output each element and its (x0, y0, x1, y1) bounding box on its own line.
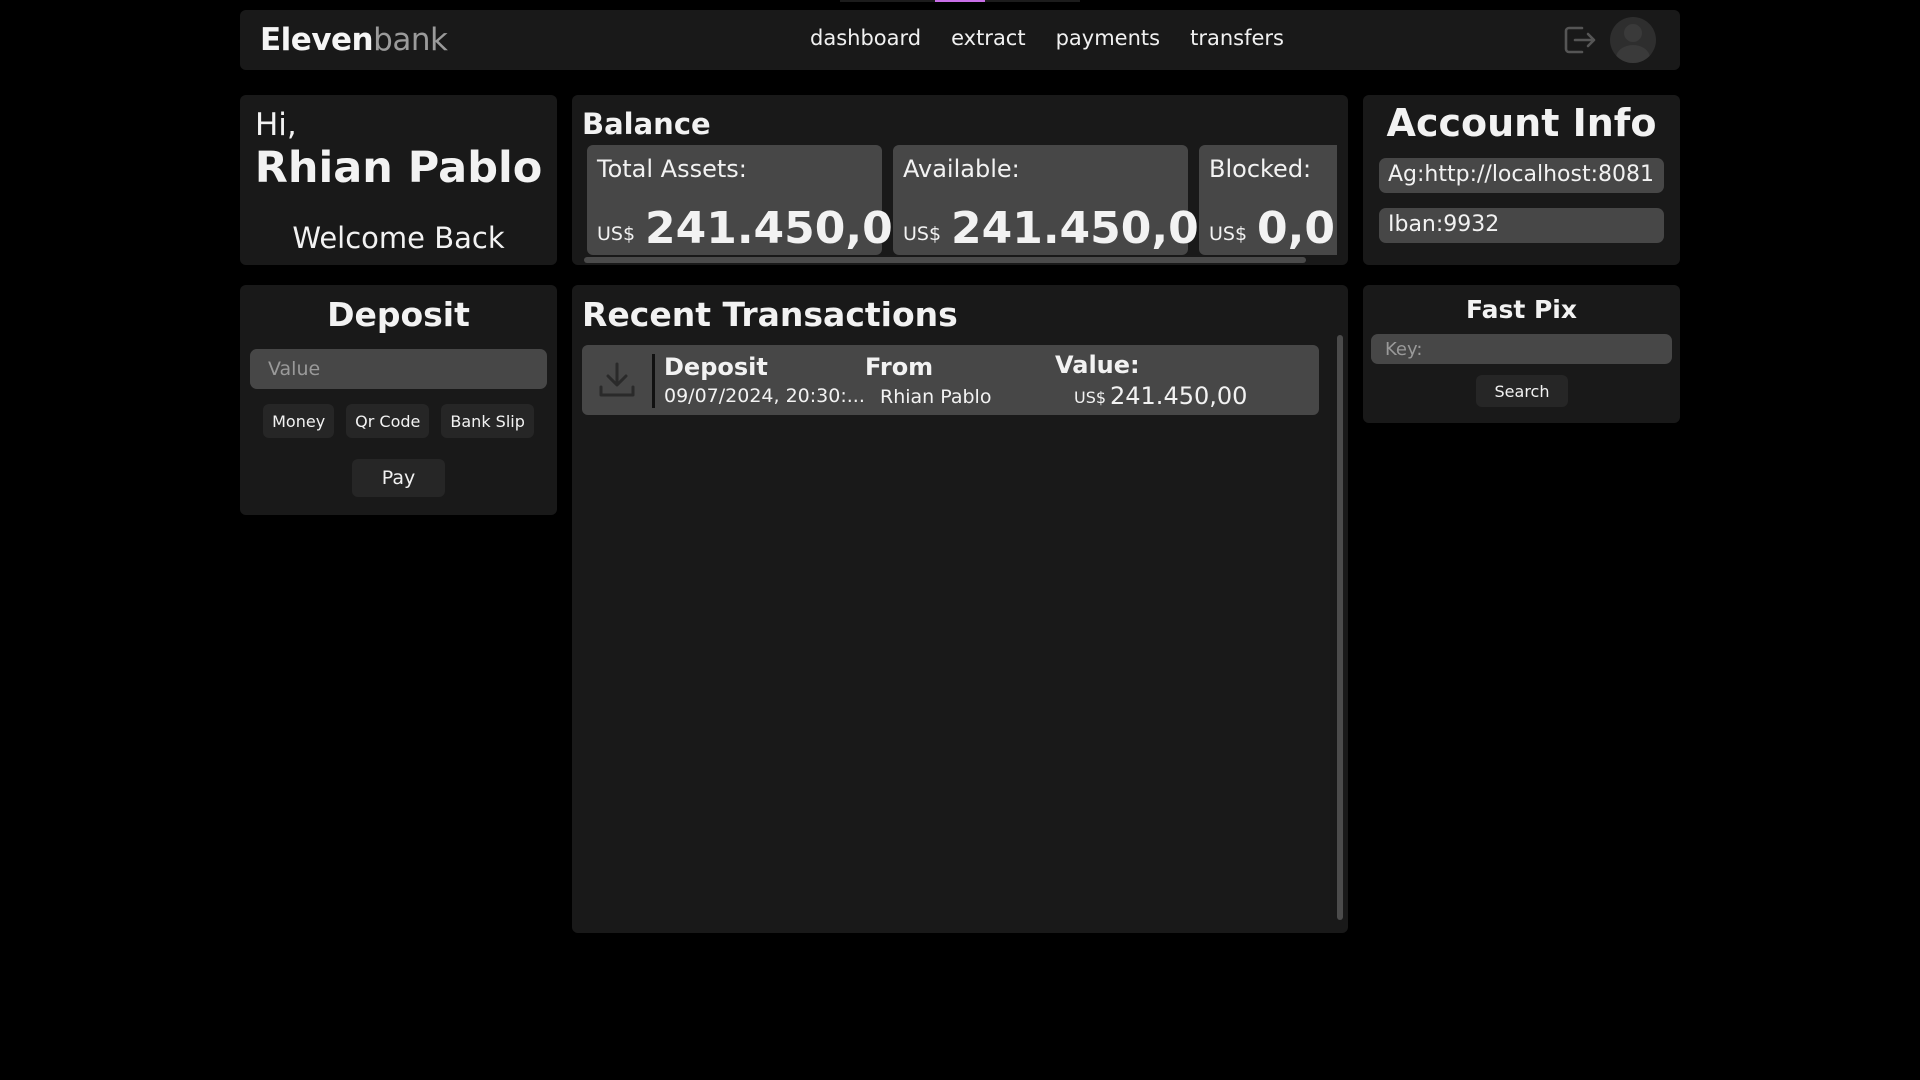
account-info-title: Account Info (1386, 101, 1657, 145)
transaction-divider (652, 354, 655, 408)
deposit-title: Deposit (327, 295, 470, 334)
balance-scrollbar[interactable] (584, 257, 1306, 263)
balance-label: Blocked: (1209, 155, 1312, 183)
transaction-from-label: From (865, 353, 934, 381)
total-assets-card: Total Assets: US$ 241.450,00 (587, 145, 923, 255)
greeting-card: Hi, Rhian Pablo Welcome Back (240, 95, 557, 265)
transaction-value-label: Value: (1055, 351, 1140, 379)
download-icon (599, 362, 635, 397)
nav-transfers[interactable]: transfers (1190, 26, 1284, 50)
agency-field: Ag:http://localhost:8081 (1379, 158, 1664, 193)
top-navbar: Elevenbank dashboard extract payments tr… (240, 10, 1680, 70)
user-avatar[interactable] (1610, 17, 1656, 63)
nav-extract[interactable]: extract (951, 26, 1026, 50)
balance-carousel[interactable]: Total Assets: US$ 241.450,00 Available: … (587, 145, 1337, 255)
main-nav: dashboard extract payments transfers (810, 26, 1284, 50)
balance-currency: US$ (903, 223, 942, 245)
balance-currency: US$ (1209, 223, 1248, 245)
avatar-body-shape (1616, 45, 1650, 63)
brand-name-bold: Eleven (260, 22, 374, 58)
balance-card: Balance Total Assets: US$ 241.450,00 Ava… (572, 95, 1348, 265)
fast-pix-card: Fast Pix Search (1363, 285, 1680, 423)
transaction-currency: US$ (1074, 388, 1107, 407)
balance-amount: 241.450,00 (645, 203, 924, 254)
avatar-head-shape (1624, 24, 1642, 42)
welcome-message: Welcome Back (292, 221, 505, 255)
deposit-card: Deposit Money Qr Code Bank Slip Pay (240, 285, 557, 515)
top-loading-indicator (935, 0, 985, 2)
blocked-card: Blocked: US$ 0,00 (1199, 145, 1337, 255)
balance-amount: 241.450,00 (951, 203, 1230, 254)
account-info-card: Account Info Ag:http://localhost:8081 Ib… (1363, 95, 1680, 265)
transaction-amount: 241.450,00 (1110, 382, 1248, 410)
pay-button[interactable]: Pay (352, 459, 445, 497)
deposit-method-options: Money Qr Code Bank Slip (240, 404, 557, 438)
transaction-from: Rhian Pablo (880, 386, 992, 408)
balance-currency: US$ (597, 223, 636, 245)
deposit-bankslip-button[interactable]: Bank Slip (441, 404, 534, 438)
pix-search-button[interactable]: Search (1476, 375, 1568, 407)
recent-transactions-card: Recent Transactions Deposit 09/07/2024, … (572, 285, 1348, 933)
transaction-type: Deposit (664, 353, 768, 381)
nav-payments[interactable]: payments (1056, 26, 1161, 50)
fast-pix-title: Fast Pix (1465, 295, 1578, 324)
balance-amount: 0,00 (1257, 203, 1337, 254)
user-name: Rhian Pablo (254, 143, 543, 193)
balance-label: Total Assets: (597, 155, 747, 183)
transaction-date: 09/07/2024, 20:30:... (664, 385, 865, 407)
nav-dashboard[interactable]: dashboard (810, 26, 921, 50)
deposit-qrcode-button[interactable]: Qr Code (346, 404, 430, 438)
iban-field: Iban:9932 (1379, 208, 1664, 243)
logout-icon[interactable] (1562, 24, 1598, 56)
brand-logo[interactable]: Elevenbank (260, 22, 448, 58)
transactions-scrollbar[interactable] (1337, 335, 1343, 920)
transaction-row[interactable]: Deposit 09/07/2024, 20:30:... From Rhian… (582, 345, 1319, 415)
pix-key-input[interactable] (1371, 334, 1672, 364)
balance-label: Available: (903, 155, 1020, 183)
deposit-money-button[interactable]: Money (263, 404, 335, 438)
balance-title: Balance (582, 107, 711, 141)
available-card: Available: US$ 241.450,00 (893, 145, 1229, 255)
brand-name-light: bank (373, 22, 448, 58)
greeting-hi: Hi, (255, 107, 297, 143)
recent-transactions-title: Recent Transactions (582, 295, 958, 334)
deposit-value-input[interactable] (250, 349, 547, 389)
